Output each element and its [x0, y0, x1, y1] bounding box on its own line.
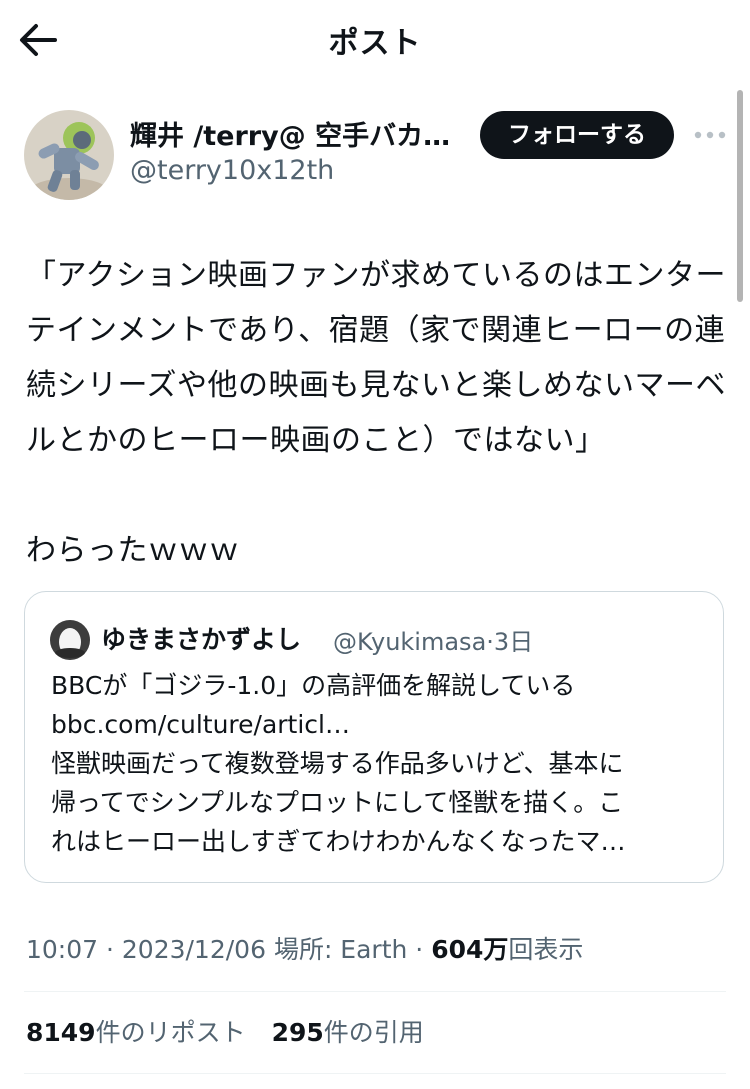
- post-meta: 10:07 · 2023/12/06 場所: Earth · 604万回表示: [26, 930, 583, 966]
- follow-button[interactable]: フォローする: [480, 111, 674, 159]
- tweet-text: 「アクション映画ファンが求めているのはエンターテインメントであり、宿題（家で関連…: [26, 258, 726, 568]
- quoted-link[interactable]: bbc.com/culture/articl…: [51, 705, 711, 744]
- quoted-text-line: れはヒーロー出しすぎてわけわかんなくなったマ…: [51, 827, 626, 856]
- view-count-label: 回表示: [508, 935, 584, 964]
- repost-label: 件のリポスト: [95, 1018, 246, 1047]
- more-options-button[interactable]: [690, 120, 730, 150]
- author-handle[interactable]: @terry10x12th: [130, 155, 334, 186]
- quote-label: 件の引用: [323, 1018, 424, 1047]
- more-horizontal-icon: [694, 131, 726, 139]
- repost-count: 8149: [26, 1018, 96, 1047]
- page-title: ポスト: [328, 26, 422, 61]
- quoted-author-handle: @Kyukimasa: [333, 628, 487, 656]
- separator-dot: ·: [486, 628, 494, 656]
- quoted-author-meta: @Kyukimasa·3日: [333, 622, 533, 657]
- egg-avatar-icon: [50, 620, 90, 660]
- avatar[interactable]: [24, 110, 114, 200]
- post-date[interactable]: 2023/12/06: [122, 935, 266, 964]
- post-location: 場所: Earth: [273, 935, 408, 964]
- quoted-post[interactable]: ゆきまさかずよし @Kyukimasa·3日 BBCが「ゴジラ-1.0」の高評価…: [24, 591, 724, 883]
- quote-count: 295: [271, 1018, 324, 1047]
- quotes-stat[interactable]: 295件の引用: [272, 1018, 424, 1047]
- view-count: 604万: [431, 935, 509, 964]
- author-display-name[interactable]: 輝井 /terry@ 空手バカ…: [130, 114, 460, 153]
- engagement-stats: 8149件のリポスト 295件の引用: [26, 1013, 442, 1049]
- divider: [24, 991, 726, 992]
- post-time[interactable]: 10:07: [26, 935, 98, 964]
- quoted-author-name: ゆきまさかずよし: [101, 625, 302, 654]
- quoted-text-line: BBCが「ゴジラ-1.0」の高評価を解説している: [51, 671, 576, 700]
- quoted-text-line: 怪獣映画だって複数登場する作品多いけど、基本に: [51, 749, 624, 778]
- top-bar: ポスト: [0, 0, 750, 82]
- quoted-author-avatar: [50, 620, 90, 660]
- separator-dot: ·: [98, 935, 122, 964]
- separator-dot: ·: [407, 935, 432, 964]
- quoted-text-line: 帰ってでシンプルなプロットにして怪獣を描く。こ: [51, 788, 624, 817]
- divider: [24, 1073, 726, 1074]
- quoted-post-time: 3日: [493, 628, 534, 656]
- avatar-figure-icon: [24, 110, 114, 200]
- quoted-post-text: BBCが「ゴジラ-1.0」の高評価を解説している bbc.com/culture…: [51, 666, 711, 861]
- scrollbar[interactable]: [737, 90, 743, 302]
- reposts-stat[interactable]: 8149件のリポスト: [26, 1018, 246, 1047]
